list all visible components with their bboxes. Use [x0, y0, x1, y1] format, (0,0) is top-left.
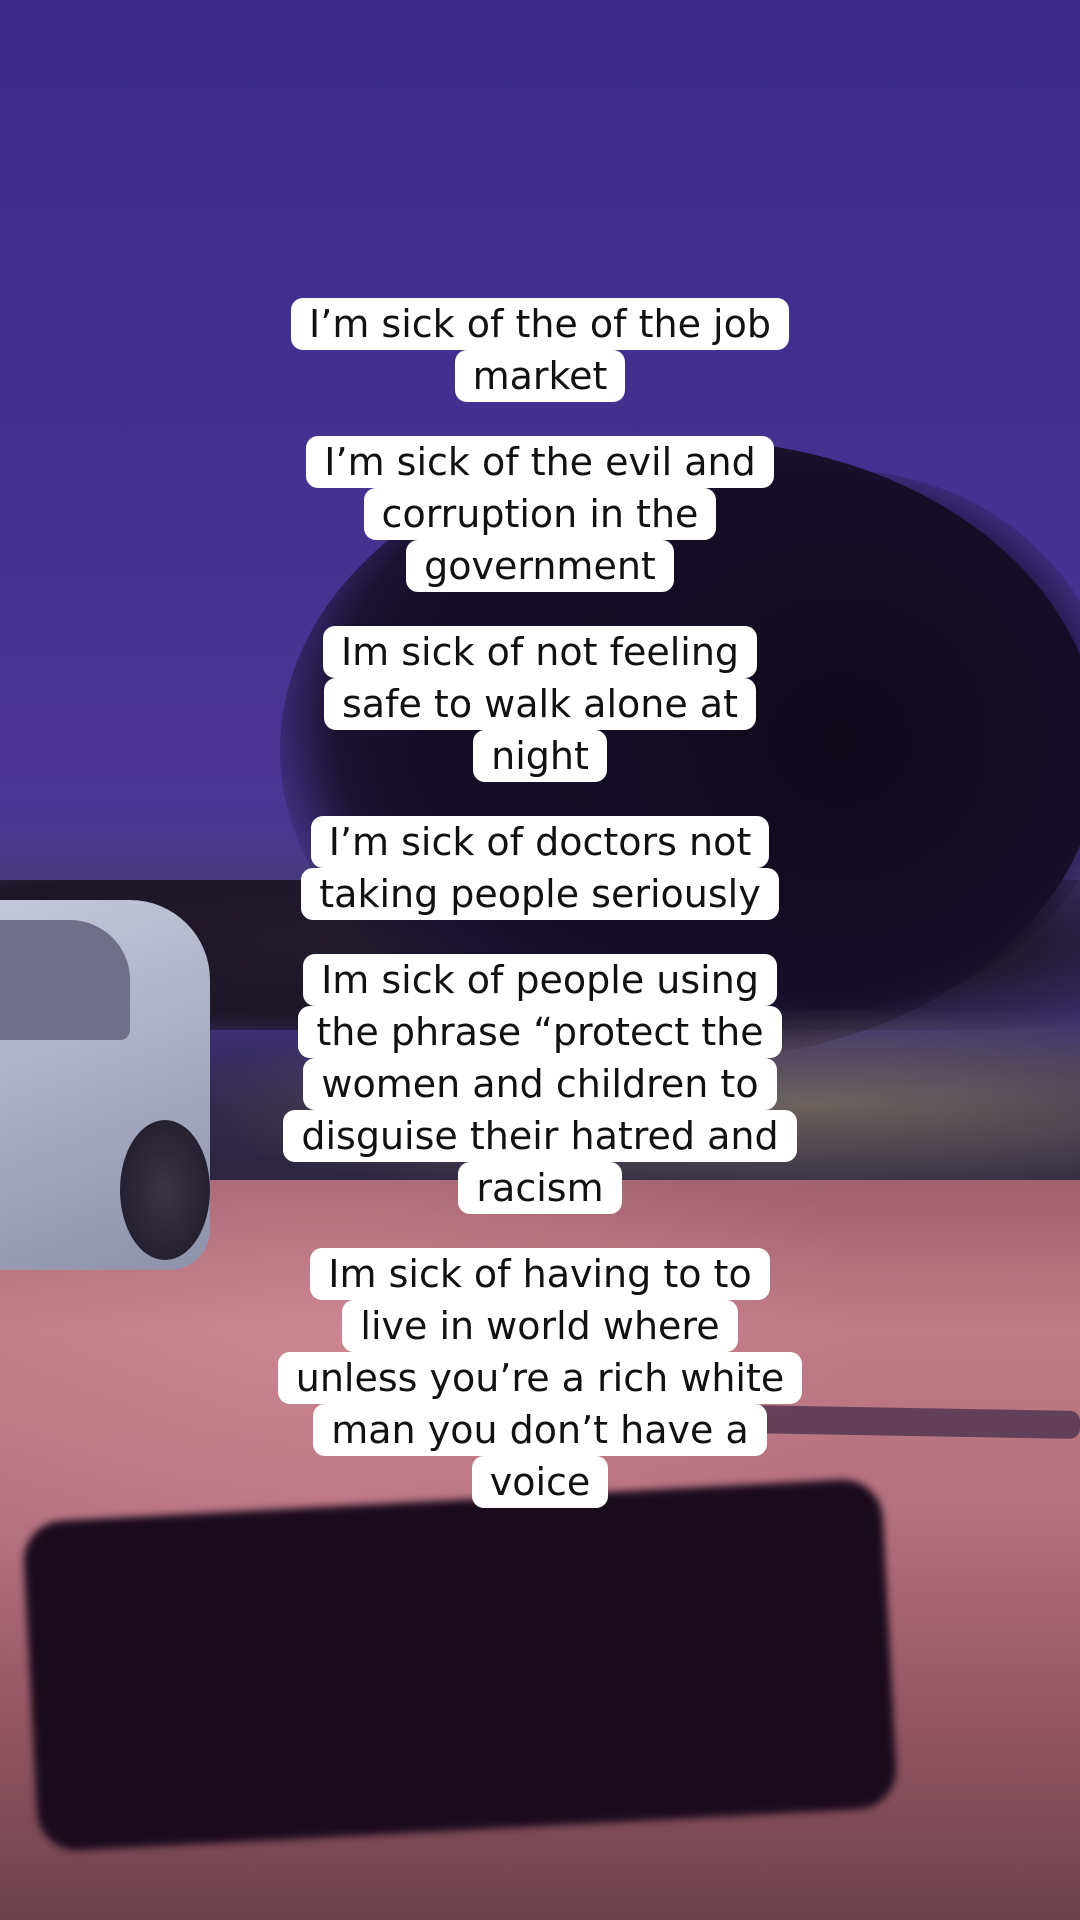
- caption-line: I’m sick of doctors not: [310, 816, 770, 868]
- caption-government: I’m sick of the evil and corruption in t…: [306, 436, 774, 592]
- caption-line: the phrase “protect the: [298, 1006, 782, 1058]
- caption-line: corruption in the: [363, 488, 717, 540]
- caption-doctors: I’m sick of doctors not taking people se…: [301, 816, 779, 920]
- caption-line: Im sick of having to to: [310, 1248, 770, 1300]
- caption-line: Im sick of not feeling: [322, 626, 758, 678]
- caption-line: racism: [458, 1162, 622, 1214]
- caption-line: women and children to: [303, 1058, 777, 1110]
- caption-line: man you don’t have a: [313, 1404, 767, 1456]
- caption-job-market: I’m sick of the of the job market: [291, 298, 789, 402]
- caption-phrase: Im sick of people using the phrase “prot…: [283, 954, 797, 1214]
- dark-shadow: [21, 1477, 899, 1853]
- caption-line: I’m sick of the of the job: [291, 298, 789, 350]
- caption-voice: Im sick of having to to live in world wh…: [277, 1248, 803, 1508]
- caption-line: market: [454, 350, 626, 402]
- caption-line: night: [473, 730, 607, 782]
- caption-line: taking people seriously: [301, 868, 779, 920]
- caption-stack: I’m sick of the of the job market I’m si…: [0, 298, 1080, 1508]
- caption-line: safe to walk alone at: [324, 678, 756, 730]
- caption-safety: Im sick of not feeling safe to walk alon…: [322, 626, 758, 782]
- caption-line: disguise their hatred and: [283, 1110, 797, 1162]
- caption-line: Im sick of people using: [303, 954, 777, 1006]
- caption-line: live in world where: [342, 1300, 738, 1352]
- caption-line: I’m sick of the evil and: [306, 436, 774, 488]
- caption-line: unless you’re a rich white: [277, 1352, 803, 1404]
- caption-line: voice: [471, 1456, 609, 1508]
- caption-line: government: [406, 540, 674, 592]
